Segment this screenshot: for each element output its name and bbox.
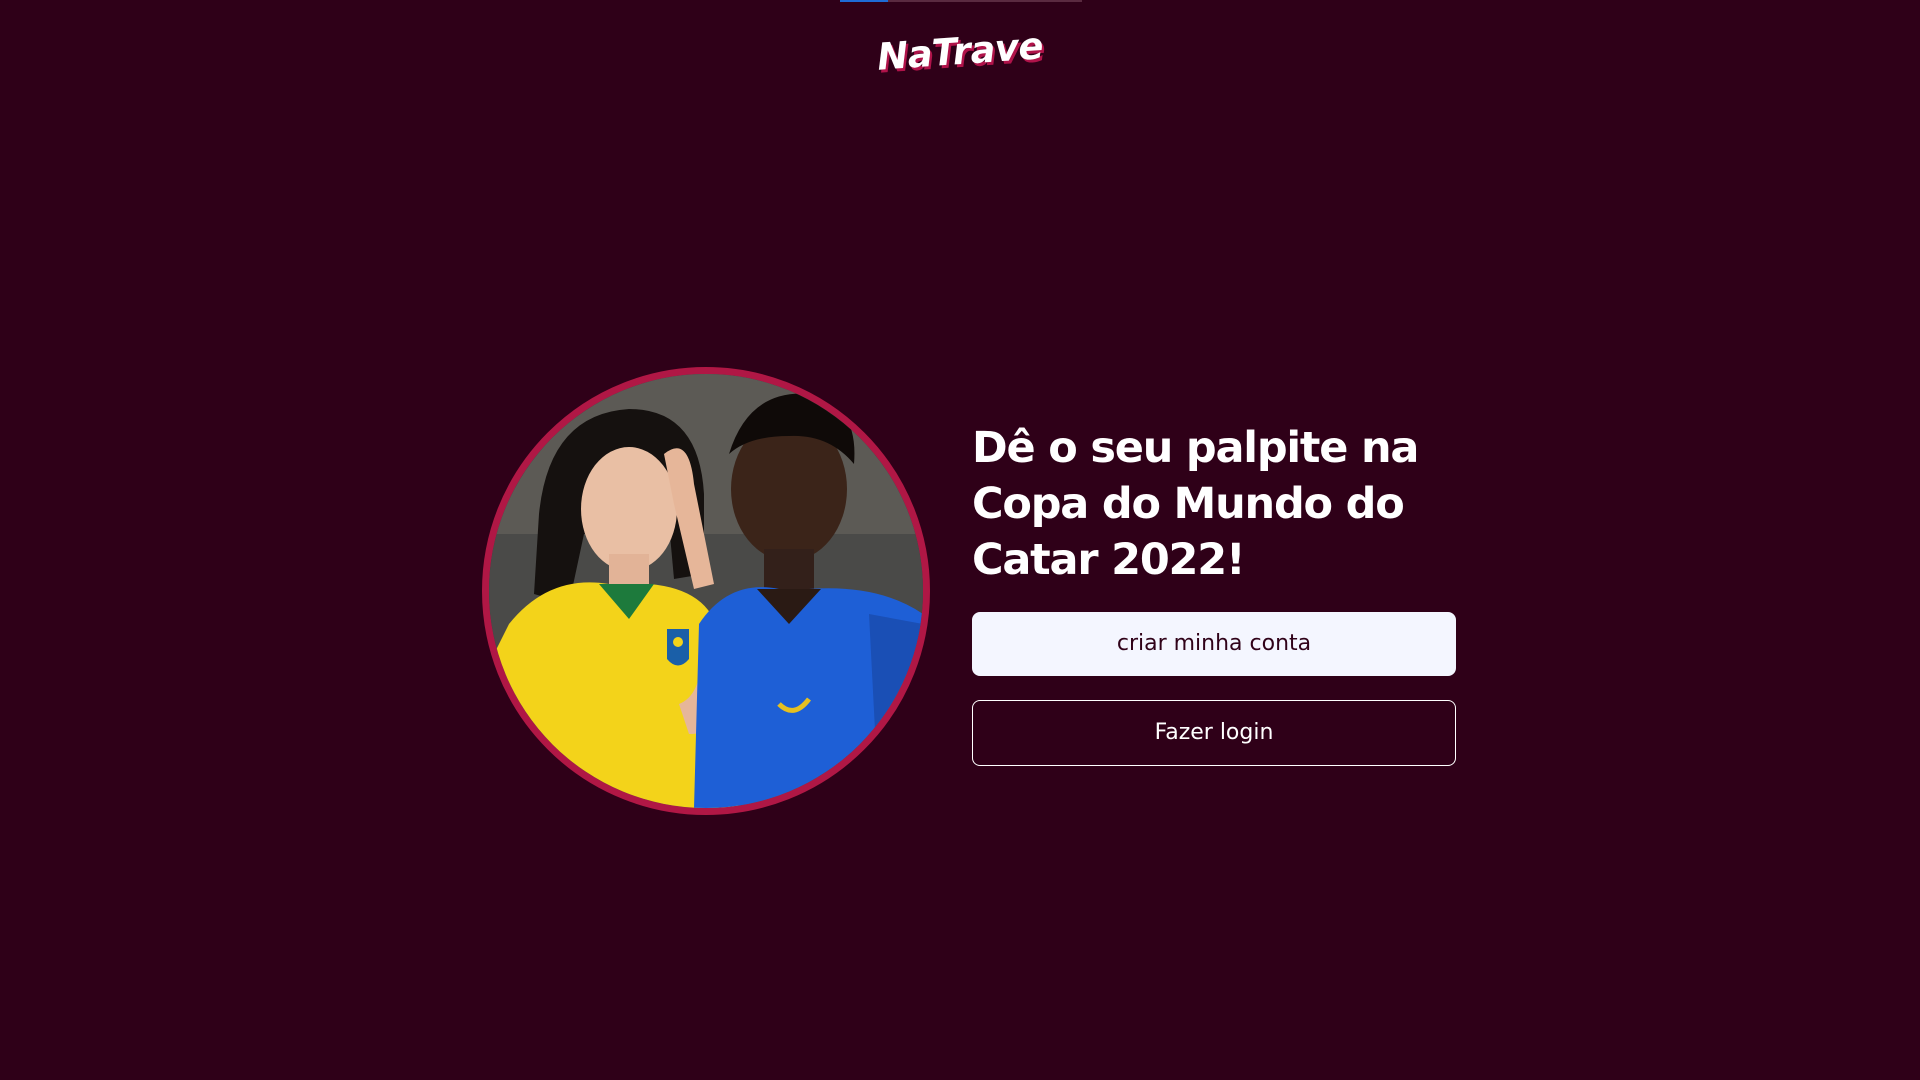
create-account-button[interactable]: criar minha conta (972, 612, 1456, 676)
hero-headline: Dê o seu palpite na Copa do Mundo do Cat… (972, 423, 1419, 585)
hero-photo-illustration (489, 374, 923, 808)
hero-photo (482, 367, 930, 815)
loading-bar-progress (840, 0, 888, 2)
login-button[interactable]: Fazer login (972, 700, 1456, 766)
header-logo: NaTrave (0, 24, 1920, 78)
top-loading-bar (840, 0, 1082, 2)
hero-content: Dê o seu palpite na Copa do Mundo do Cat… (972, 420, 1456, 766)
landing-page: NaTrave Dê o seu palpite na Copa do Mund… (0, 0, 1920, 1080)
logo-text: NaTrave (875, 24, 1045, 79)
